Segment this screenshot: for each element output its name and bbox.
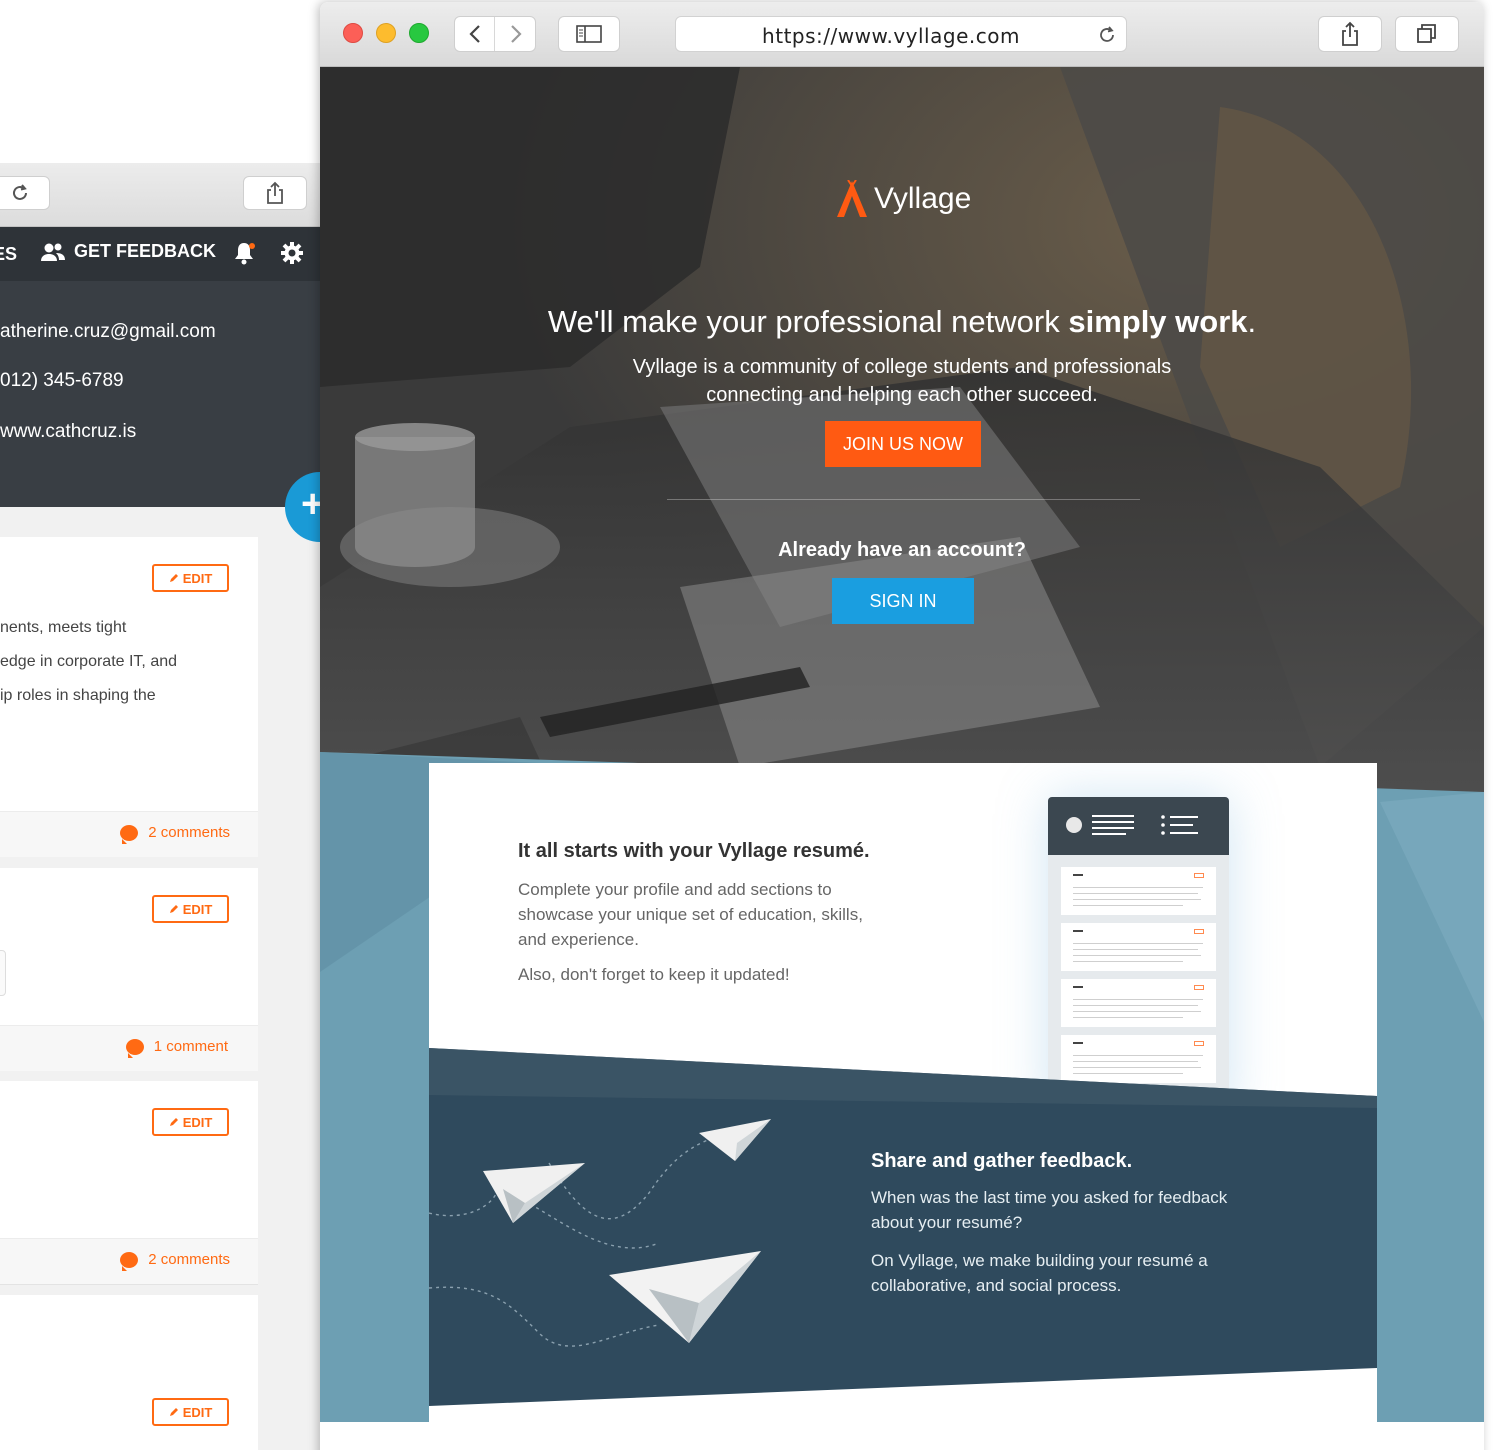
pencil-icon — [169, 905, 178, 913]
features-content-card: It all starts with your Vyllage resumé. … — [429, 763, 1377, 1450]
chevron-left-icon — [468, 25, 480, 43]
back-button[interactable] — [455, 17, 495, 51]
edit-button[interactable]: EDIT — [152, 895, 229, 923]
back-browser-window: ES GET FEEDBACK atherine.cruz@gmail.com … — [0, 163, 320, 1450]
back-browser-toolbar — [0, 163, 320, 227]
reload-icon — [13, 184, 27, 200]
notification-dot — [249, 243, 255, 249]
feedback-section-paragraph: On Vyllage, we make building your resumé… — [871, 1251, 1208, 1295]
chevron-right-icon — [511, 25, 522, 43]
edit-label: EDIT — [182, 1404, 213, 1420]
resume-section-card: EDIT 1 comment — [0, 868, 258, 1071]
screenshot-stage: ES GET FEEDBACK atherine.cruz@gmail.com … — [0, 0, 1506, 1450]
input-field-edge[interactable] — [0, 950, 6, 996]
edit-button[interactable]: EDIT — [152, 564, 229, 592]
comment-bubble-icon — [120, 1251, 139, 1271]
paper-plane-icon — [699, 1119, 771, 1161]
share-icon — [267, 181, 283, 204]
maximize-window-button[interactable] — [409, 23, 429, 43]
get-feedback-label: GET FEEDBACK — [74, 241, 217, 261]
profile-website[interactable]: www.cathcruz.is — [0, 421, 136, 443]
paper-plane-icon — [609, 1251, 761, 1343]
history-nav-group — [454, 16, 536, 52]
sign-in-button[interactable]: SIGN IN — [832, 578, 974, 624]
resume-section-card: EDIT 2 comments — [0, 1081, 258, 1285]
card-text-line: ip roles in shaping the — [0, 687, 156, 704]
comments-count: 1 comment — [153, 1038, 228, 1055]
back-reload-button[interactable] — [0, 176, 50, 210]
edit-button[interactable]: EDIT — [152, 1398, 229, 1426]
back-profile-panel: atherine.cruz@gmail.com 012) 345-6789 ww… — [0, 281, 320, 507]
close-window-button[interactable] — [343, 23, 363, 43]
pencil-icon — [169, 1118, 178, 1126]
resume-section-card: EDIT — [0, 1295, 258, 1450]
front-browser-toolbar: https://www.vyllage.com — [320, 2, 1484, 67]
card-text-line: edge in corporate IT, and — [0, 653, 178, 670]
url-text: https://www.vyllage.com — [762, 24, 1020, 48]
account-question: Already have an account? — [778, 539, 1026, 561]
edit-label: EDIT — [182, 570, 213, 586]
join-us-now-button[interactable]: JOIN US NOW — [825, 421, 981, 467]
back-share-button[interactable] — [243, 176, 307, 210]
tabs-icon — [1417, 24, 1436, 43]
feedback-section-paragraph: When was the last time you asked for fee… — [871, 1188, 1228, 1232]
front-browser-window: https://www.vyllage.com Vyllage We'll ma… — [320, 2, 1484, 1450]
comments-link[interactable]: 2 comments — [120, 1251, 230, 1271]
comments-count: 2 comments — [148, 1251, 230, 1268]
share-icon — [1342, 21, 1358, 46]
vyllage-logo[interactable]: Vyllage — [836, 180, 971, 218]
sidebar-toggle-button[interactable] — [558, 16, 620, 52]
headline-period: . — [1247, 304, 1257, 339]
settings-gear-icon[interactable] — [280, 241, 304, 265]
share-button[interactable] — [1318, 16, 1382, 52]
headline-bold: simply work — [1068, 304, 1248, 339]
pencil-icon — [169, 574, 178, 582]
users-icon — [41, 243, 65, 261]
paper-planes-illustration — [429, 1119, 771, 1347]
minimize-window-button[interactable] — [376, 23, 396, 43]
logo-text: Vyllage — [874, 182, 972, 215]
hero-divider — [667, 499, 1140, 500]
pencil-icon — [169, 1408, 178, 1416]
address-bar[interactable]: https://www.vyllage.com — [675, 16, 1127, 52]
card-text-line: nents, meets tight — [0, 619, 127, 636]
edit-button[interactable]: EDIT — [152, 1108, 229, 1136]
card-footer: 2 comments — [0, 811, 258, 857]
card-footer: 1 comment — [0, 1025, 258, 1071]
get-feedback-link[interactable]: GET FEEDBACK — [40, 241, 216, 262]
comment-bubble-icon — [120, 824, 139, 844]
hero-headline: We'll make your professional network sim… — [320, 304, 1484, 340]
back-app-navbar: ES GET FEEDBACK — [0, 227, 320, 281]
nav-item-cut[interactable]: ES — [0, 244, 17, 265]
card-footer: 2 comments — [0, 1238, 258, 1284]
edit-label: EDIT — [182, 1114, 213, 1130]
plus-icon: + — [301, 482, 320, 526]
resume-section-card: EDIT nents, meets tight edge in corporat… — [0, 537, 258, 857]
sidebar-icon — [576, 25, 602, 43]
feedback-section-title: Share and gather feedback. — [871, 1150, 1133, 1172]
comments-link[interactable]: 2 comments — [120, 824, 230, 844]
edit-label: EDIT — [182, 901, 213, 917]
comment-bubble-icon — [125, 1038, 144, 1058]
reload-icon[interactable] — [1096, 24, 1118, 46]
vyllage-tent-icon — [837, 180, 867, 217]
profile-email: atherine.cruz@gmail.com — [0, 321, 216, 342]
comments-link[interactable]: 1 comment — [125, 1038, 228, 1058]
profile-phone: 012) 345-6789 — [0, 370, 124, 391]
headline-regular: We'll make your professional network — [547, 304, 1069, 339]
hero-subtext: Vyllage is a community of college studen… — [632, 356, 1172, 406]
tabs-overview-button[interactable] — [1395, 16, 1459, 52]
forward-button[interactable] — [496, 17, 536, 51]
comments-count: 2 comments — [148, 824, 230, 841]
